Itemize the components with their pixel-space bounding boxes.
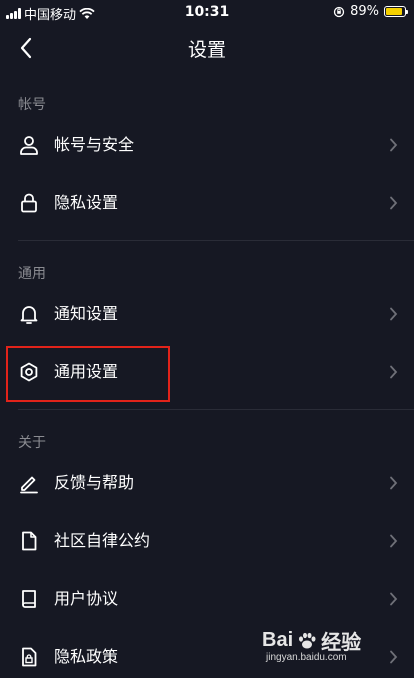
status-bar: 中国移动 10:31 89% — [0, 0, 414, 24]
rotation-lock-icon — [333, 6, 345, 17]
document-icon — [22, 531, 37, 551]
chevron-right-icon — [390, 592, 398, 606]
section-header-account: 帐号 — [18, 97, 46, 113]
baidu-jingyan-watermark: Bai 经验 jingyan.baidu.com — [262, 626, 392, 668]
chevron-right-icon — [390, 307, 398, 321]
row-label: 用户协议 — [54, 589, 119, 608]
section-divider — [18, 240, 414, 241]
settings-screen: 中国移动 10:31 89% 设置 帐号 帐号与安全 隐私设置 通用 通知设置 … — [0, 0, 414, 678]
highlight-box — [6, 346, 170, 402]
watermark-logo: Bai 经验 — [262, 626, 361, 655]
page-title: 设置 — [187, 39, 226, 61]
battery-fill — [386, 8, 403, 15]
lock-icon — [21, 193, 37, 213]
watermark-logo-text: Bai — [262, 629, 294, 651]
settings-row-privacy[interactable]: 隐私设置 — [0, 174, 414, 232]
row-label: 社区自律公约 — [54, 531, 151, 550]
chevron-right-icon — [390, 476, 398, 490]
status-right: 89% — [333, 4, 408, 19]
lock-document-icon — [22, 647, 37, 667]
row-label: 隐私政策 — [54, 647, 119, 666]
nav-bar: 设置 — [0, 24, 414, 72]
row-label: 隐私设置 — [54, 193, 119, 212]
chevron-right-icon — [390, 534, 398, 548]
battery-percent: 89% — [350, 4, 379, 19]
battery-icon — [384, 6, 408, 17]
pencil-icon — [20, 476, 38, 494]
section-header-about: 关于 — [18, 435, 46, 451]
row-label: 帐号与安全 — [54, 135, 135, 154]
settings-row-user-agreement[interactable]: 用户协议 — [0, 570, 414, 628]
paw-icon — [299, 632, 316, 648]
row-label: 通知设置 — [54, 304, 119, 323]
watermark-url: jingyan.baidu.com — [266, 652, 347, 663]
bell-icon — [20, 306, 38, 324]
chevron-right-icon — [390, 196, 398, 210]
chevron-right-icon — [390, 365, 398, 379]
book-icon — [22, 590, 36, 608]
watermark-logo-suffix: 经验 — [321, 632, 362, 654]
settings-row-account-security[interactable]: 帐号与安全 — [0, 116, 414, 174]
settings-row-community-guidelines[interactable]: 社区自律公约 — [0, 512, 414, 570]
section-header-general: 通用 — [18, 266, 46, 282]
chevron-right-icon — [390, 138, 398, 152]
settings-row-notifications[interactable]: 通知设置 — [0, 285, 414, 343]
user-icon — [20, 136, 38, 155]
section-divider — [18, 409, 414, 410]
settings-row-feedback[interactable]: 反馈与帮助 — [0, 454, 414, 512]
row-label: 反馈与帮助 — [54, 473, 135, 492]
